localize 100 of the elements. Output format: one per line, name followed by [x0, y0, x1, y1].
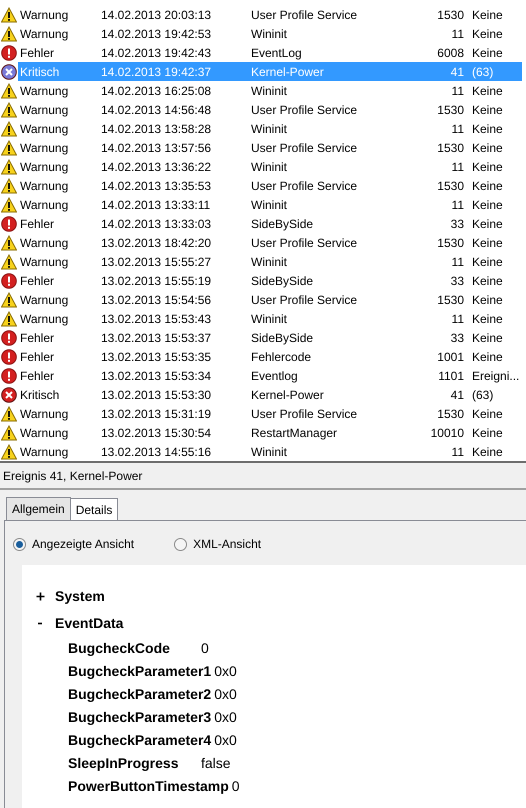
source-text: SideBySide	[251, 216, 314, 232]
event-id-text: 11	[450, 444, 465, 460]
error-icon	[1, 330, 17, 346]
event-id-text: 1530	[436, 178, 465, 194]
warning-icon	[1, 406, 17, 422]
event-row[interactable]: Fehler 13.02.2013 15:53:37 SideBySide 33 Keine	[18, 328, 522, 347]
field-value: 0x0	[214, 708, 237, 727]
task-category-text: Keine	[472, 234, 503, 252]
task-category-text: Keine	[472, 102, 503, 118]
task-category-text: Keine	[472, 82, 503, 100]
event-id-text: 33	[450, 330, 465, 346]
source-text: Eventlog	[251, 368, 299, 384]
tab[interactable]: Allgemein	[6, 497, 71, 520]
error-icon	[1, 216, 17, 232]
event-id-text: 1530	[436, 140, 465, 156]
task-category-text: Keine	[472, 424, 503, 442]
event-row[interactable]: Warnung 14.02.2013 13:36:22 Wininit 11 Keine	[18, 157, 522, 176]
field-value: 0	[232, 777, 240, 796]
source-text: Kernel-Power	[251, 386, 325, 404]
date-text: 14.02.2013 13:57:56	[101, 140, 212, 156]
task-category-text: Keine	[472, 444, 503, 460]
date-text: 14.02.2013 16:25:08	[101, 82, 212, 100]
field-name: BugcheckParameter2	[68, 685, 212, 704]
event-row[interactable]: Warnung 14.02.2013 20:03:13 User Profile Service 1530 Keine	[18, 5, 522, 24]
node-label: System	[55, 587, 105, 606]
level-text: Fehler	[19, 368, 56, 384]
event-row[interactable]: Warnung 13.02.2013 14:55:16 Wininit 11 Keine	[18, 442, 522, 461]
event-row[interactable]: Warnung 13.02.2013 18:42:20 User Profile Service 1530 Keine	[18, 233, 522, 252]
warning-icon	[1, 196, 17, 212]
level-text: Fehler	[19, 348, 56, 366]
date-text: 14.02.2013 20:03:13	[101, 6, 212, 24]
source-text: User Profile Service	[251, 140, 358, 156]
date-text: 13.02.2013 15:53:34	[101, 368, 212, 384]
event-id-text: 1530	[436, 234, 465, 252]
warning-icon	[1, 140, 17, 156]
source-text: User Profile Service	[251, 102, 358, 118]
date-text: 14.02.2013 14:56:48	[101, 102, 212, 118]
event-id-text: 1001	[436, 348, 465, 366]
level-text: Fehler	[19, 272, 56, 290]
event-row[interactable]: Fehler 14.02.2013 13:33:03 SideBySide 33 Keine	[18, 214, 522, 233]
date-text: 14.02.2013 19:42:43	[101, 44, 212, 62]
source-text: User Profile Service	[251, 6, 358, 24]
field-name: BugcheckParameter1	[68, 662, 212, 681]
level-text: Fehler	[19, 44, 56, 62]
event-row[interactable]: Warnung 13.02.2013 15:55:27 Wininit 11 Keine	[18, 252, 522, 271]
date-text: 14.02.2013 19:42:53	[101, 26, 212, 42]
event-row[interactable]: Fehler 14.02.2013 19:42:43 EventLog 6008 Keine	[18, 43, 522, 62]
date-text: 13.02.2013 15:53:30	[101, 386, 212, 404]
event-row[interactable]: Fehler 13.02.2013 15:53:34 Eventlog 1101 Ereigni...	[18, 366, 522, 385]
event-row[interactable]: Warnung 14.02.2013 19:42:53 Wininit 11 Keine	[18, 24, 522, 43]
level-text: Warnung	[19, 158, 70, 176]
plus-icon[interactable]	[36, 592, 45, 601]
radio-button[interactable]	[174, 538, 188, 550]
event-row[interactable]: Kritisch 13.02.2013 15:53:30 Kernel-Power 41 (63)	[18, 385, 522, 404]
level-text: Warnung	[19, 444, 70, 460]
warning-icon	[1, 254, 17, 270]
date-text: 14.02.2013 19:42:37	[101, 64, 212, 80]
tab[interactable]: Details	[70, 498, 118, 520]
source-text: Wininit	[251, 26, 288, 42]
source-text: Wininit	[251, 444, 288, 460]
level-text: Fehler	[19, 216, 56, 232]
event-row[interactable]: Warnung 14.02.2013 13:58:28 Wininit 11 Keine	[18, 119, 522, 138]
critical-icon	[1, 64, 17, 80]
critical-icon	[1, 386, 17, 402]
task-category-text: Keine	[472, 196, 503, 214]
field-value: 0x0	[214, 685, 237, 704]
event-row[interactable]: Warnung 14.02.2013 16:25:08 Wininit 11 Keine	[18, 81, 522, 100]
event-row[interactable]: Warnung 13.02.2013 15:31:19 User Profile Service 1530 Keine	[18, 404, 522, 423]
field-name: BugcheckCode	[68, 639, 171, 658]
source-text: Wininit	[251, 158, 288, 176]
event-row[interactable]: Fehler 13.02.2013 15:55:19 SideBySide 33 Keine	[18, 271, 522, 290]
event-id-text: 10010	[430, 424, 465, 442]
event-row[interactable]: Warnung 14.02.2013 13:57:56 User Profile Service 1530 Keine	[18, 138, 522, 157]
field-value: 0x0	[214, 731, 237, 750]
task-category-text: Keine	[472, 216, 503, 232]
event-row[interactable]: Warnung 13.02.2013 15:53:43 Wininit 11 Keine	[18, 309, 522, 328]
date-text: 13.02.2013 15:53:37	[101, 330, 212, 346]
source-text: User Profile Service	[251, 178, 358, 194]
date-text: 13.02.2013 15:55:19	[101, 272, 212, 290]
task-category-text: Keine	[472, 120, 503, 138]
event-row[interactable]: Warnung 13.02.2013 15:30:54 RestartManager 10010 Keine	[18, 423, 522, 442]
source-text: Wininit	[251, 310, 288, 328]
warning-icon	[1, 424, 17, 440]
level-text: Kritisch	[19, 64, 60, 80]
task-category-text: Keine	[472, 26, 503, 42]
event-row[interactable]: Warnung 14.02.2013 13:35:53 User Profile Service 1530 Keine	[18, 176, 522, 195]
event-row[interactable]: Warnung 14.02.2013 14:56:48 User Profile Service 1530 Keine	[18, 100, 522, 119]
task-category-text: Keine	[472, 254, 503, 270]
warning-icon	[1, 310, 17, 326]
level-text: Warnung	[19, 196, 70, 214]
event-row[interactable]: Warnung 14.02.2013 13:33:11 Wininit 11 Keine	[18, 195, 522, 214]
source-text: SideBySide	[251, 330, 314, 346]
error-icon	[1, 368, 17, 384]
event-row[interactable]: Warnung 13.02.2013 15:54:56 User Profile Service 1530 Keine	[18, 290, 522, 309]
task-category-text: Keine	[472, 406, 503, 422]
event-row[interactable]: Fehler 13.02.2013 15:53:35 Fehlercode 1001 Keine	[18, 347, 522, 366]
source-text: Kernel-Power	[251, 64, 325, 80]
task-category-text: Keine	[472, 158, 503, 176]
radio-button[interactable]	[13, 538, 26, 550]
source-text: User Profile Service	[251, 292, 358, 308]
